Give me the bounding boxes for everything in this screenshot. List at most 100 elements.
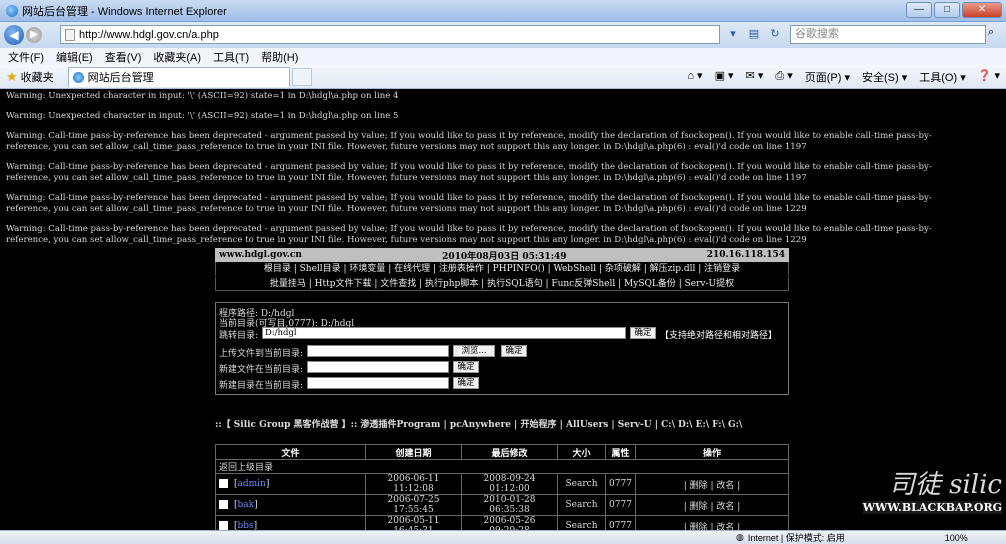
upload-label: 上传文件到当前目录: (219, 349, 304, 359)
security-zone: Internet | 保护模式: 启用 (747, 533, 845, 543)
menu-favorites[interactable]: 收藏夹(A) (153, 49, 201, 65)
window-controls: — □ ✕ (906, 2, 1002, 18)
globe-icon: ◍ (736, 532, 744, 542)
perm-cell[interactable]: 0777 (605, 473, 636, 495)
row-checkbox[interactable] (219, 500, 228, 509)
modified-cell: 2010-01-28 06:35:38 (461, 494, 558, 516)
forward-button[interactable]: ▶ (26, 27, 42, 43)
shell-nav-secondary[interactable]: 批量挂马 | Http文件下载 | 文件查找 | 执行php脚本 | 执行SQL… (215, 277, 789, 291)
col-ops: 操作 (635, 444, 789, 460)
table-row: 返回上级目录 (215, 459, 789, 474)
server-datetime: 2010年08月03日 05:31:49 (442, 251, 567, 262)
row-checkbox[interactable] (219, 479, 228, 488)
shell-nav-primary[interactable]: 根目录 | Shell目录 | 环境变量 | 在线代理 | 注册表操作 | PH… (215, 262, 789, 276)
command-bar: ⌂ ▾ ▣ ▾ ✉ ▾ ⎙ ▾ 页面(P) ▾ 安全(S) ▾ 工具(O) ▾ … (687, 69, 1000, 85)
row-checkbox[interactable] (219, 521, 228, 530)
status-bar: ◍ Internet | 保护模式: 启用 100% (0, 530, 1006, 544)
page-content: Warning: Unexpected character in input: … (0, 89, 1006, 530)
created-cell: 2006-06-11 11:12:08 (365, 473, 462, 495)
upload-file-input[interactable] (307, 345, 449, 357)
jump-dir-input[interactable]: D:/hdgl (262, 327, 626, 339)
new-tab-button[interactable] (291, 67, 312, 86)
favorites-button[interactable]: 收藏夹 (21, 69, 54, 85)
created-cell: 2006-05-11 16:45:31 (365, 515, 462, 530)
newdir-label: 新建目录在当前目录: (219, 381, 304, 391)
newfile-input[interactable] (307, 361, 449, 373)
warning-message: Warning: Unexpected character in input: … (6, 111, 399, 121)
shell-header: www.hdgl.gov.cn 2010年08月03日 05:31:49 210… (215, 248, 789, 262)
modified-cell: 2006-05-26 09:29:28 (461, 515, 558, 530)
search-input[interactable]: 谷歌搜索 (790, 25, 986, 44)
table-header-row: 文件 创建日期 最后修改 大小 属性 操作 (215, 444, 789, 460)
size-cell[interactable]: Search (557, 473, 606, 495)
ops-cell[interactable]: | 删除 | 改名 | (635, 515, 789, 530)
ops-cell[interactable]: | 删除 | 改名 | (635, 473, 789, 495)
mail-icon[interactable]: ✉ ▾ (746, 69, 764, 85)
server-ip: 210.16.118.154 (706, 250, 785, 260)
upload-confirm-button[interactable]: 确定 (501, 345, 527, 357)
newfile-label: 新建文件在当前目录: (219, 365, 304, 375)
browse-button[interactable]: 浏览... (453, 345, 495, 357)
tab-label: 网站后台管理 (87, 72, 154, 84)
minimize-button[interactable]: — (906, 2, 932, 18)
size-cell[interactable]: Search (557, 494, 606, 516)
feeds-icon[interactable]: ▣ ▾ (715, 69, 734, 85)
refresh-icon[interactable]: ↻ (766, 26, 784, 43)
newdir-input[interactable] (307, 377, 449, 389)
ops-cell[interactable]: | 删除 | 改名 | (635, 494, 789, 516)
print-icon[interactable]: ⎙ ▾ (775, 69, 792, 85)
newfile-confirm-button[interactable]: 确定 (453, 361, 479, 373)
safety-menu[interactable]: 安全(S) ▾ (862, 69, 907, 85)
perm-cell[interactable]: 0777 (605, 494, 636, 516)
col-created: 创建日期 (365, 444, 462, 460)
page-menu[interactable]: 页面(P) ▾ (805, 69, 850, 85)
menu-edit[interactable]: 编辑(E) (56, 49, 93, 65)
page-icon (65, 28, 75, 41)
tab-active[interactable]: 网站后台管理 (67, 66, 290, 87)
url-field[interactable]: http://www.hdgl.gov.cn/a.php (60, 25, 720, 44)
menu-tools[interactable]: 工具(T) (213, 49, 249, 65)
shell-form: 程序路径: D:/hdgl 当前目录(可写目,0777): D:/hdgl 跳转… (215, 302, 789, 395)
file-link[interactable]: bbs (238, 521, 254, 530)
table-row: [admin] 2006-06-11 11:12:08 2008-09-24 0… (215, 473, 789, 495)
menu-view[interactable]: 查看(V) (105, 49, 142, 65)
warning-message: Warning: Call-time pass-by-reference has… (6, 131, 932, 152)
window-title: 网站后台管理 - Windows Internet Explorer (22, 5, 227, 18)
window-titlebar: 网站后台管理 - Windows Internet Explorer — □ ✕ (0, 0, 1006, 22)
table-row: [bak] 2006-07-25 17:55:45 2010-01-28 06:… (215, 494, 789, 516)
menu-help[interactable]: 帮助(H) (261, 49, 298, 65)
back-button[interactable]: ◀ (4, 25, 24, 45)
url-text: http://www.hdgl.gov.cn/a.php (79, 28, 219, 41)
host-name: www.hdgl.gov.cn (219, 250, 302, 260)
menu-bar: 文件(F) 编辑(E) 查看(V) 收藏夹(A) 工具(T) 帮助(H) (0, 48, 1006, 65)
col-file: 文件 (215, 444, 366, 460)
dropdown-icon[interactable]: ▾ (724, 26, 742, 43)
jump-confirm-button[interactable]: 确定 (630, 327, 656, 339)
maximize-button[interactable]: □ (934, 2, 960, 18)
modified-cell: 2008-09-24 01:12:00 (461, 473, 558, 495)
home-icon[interactable]: ⌂ ▾ (687, 69, 702, 85)
watermark: 司徒 silic WWW.BLACKBAP.ORG (862, 464, 1002, 514)
address-bar: ◀ ▶ http://www.hdgl.gov.cn/a.php ▾ ▤ ↻ ✕… (0, 22, 1006, 48)
tools-menu[interactable]: 工具(O) ▾ (919, 69, 965, 85)
search-icon[interactable]: ⌕ (988, 26, 994, 39)
perm-cell[interactable]: 0777 (605, 515, 636, 530)
compat-icon[interactable]: ▤ (745, 26, 763, 43)
col-perm: 属性 (605, 444, 636, 460)
ie-tab-icon (72, 71, 84, 83)
menu-file[interactable]: 文件(F) (8, 49, 44, 65)
newdir-confirm-button[interactable]: 确定 (453, 377, 479, 389)
help-icon[interactable]: ❓ ▾ (978, 69, 1000, 85)
favorites-star-icon: ★ (6, 68, 18, 84)
file-link[interactable]: bak (238, 500, 255, 510)
quick-links[interactable]: ::【 Silic Group 黑客作战营 】:: 渗透插件Program | … (215, 417, 805, 430)
file-link[interactable]: admin (238, 479, 266, 489)
watermark-signature: 司徒 silic (888, 470, 1002, 500)
ie-icon (6, 4, 18, 17)
col-modified: 最后修改 (461, 444, 558, 460)
close-button[interactable]: ✕ (962, 2, 1002, 18)
warning-message: Warning: Call-time pass-by-reference has… (6, 162, 932, 183)
size-cell[interactable]: Search (557, 515, 606, 530)
parent-dir-link[interactable]: 返回上级目录 (215, 459, 789, 474)
zoom-level[interactable]: 100% (945, 533, 968, 543)
